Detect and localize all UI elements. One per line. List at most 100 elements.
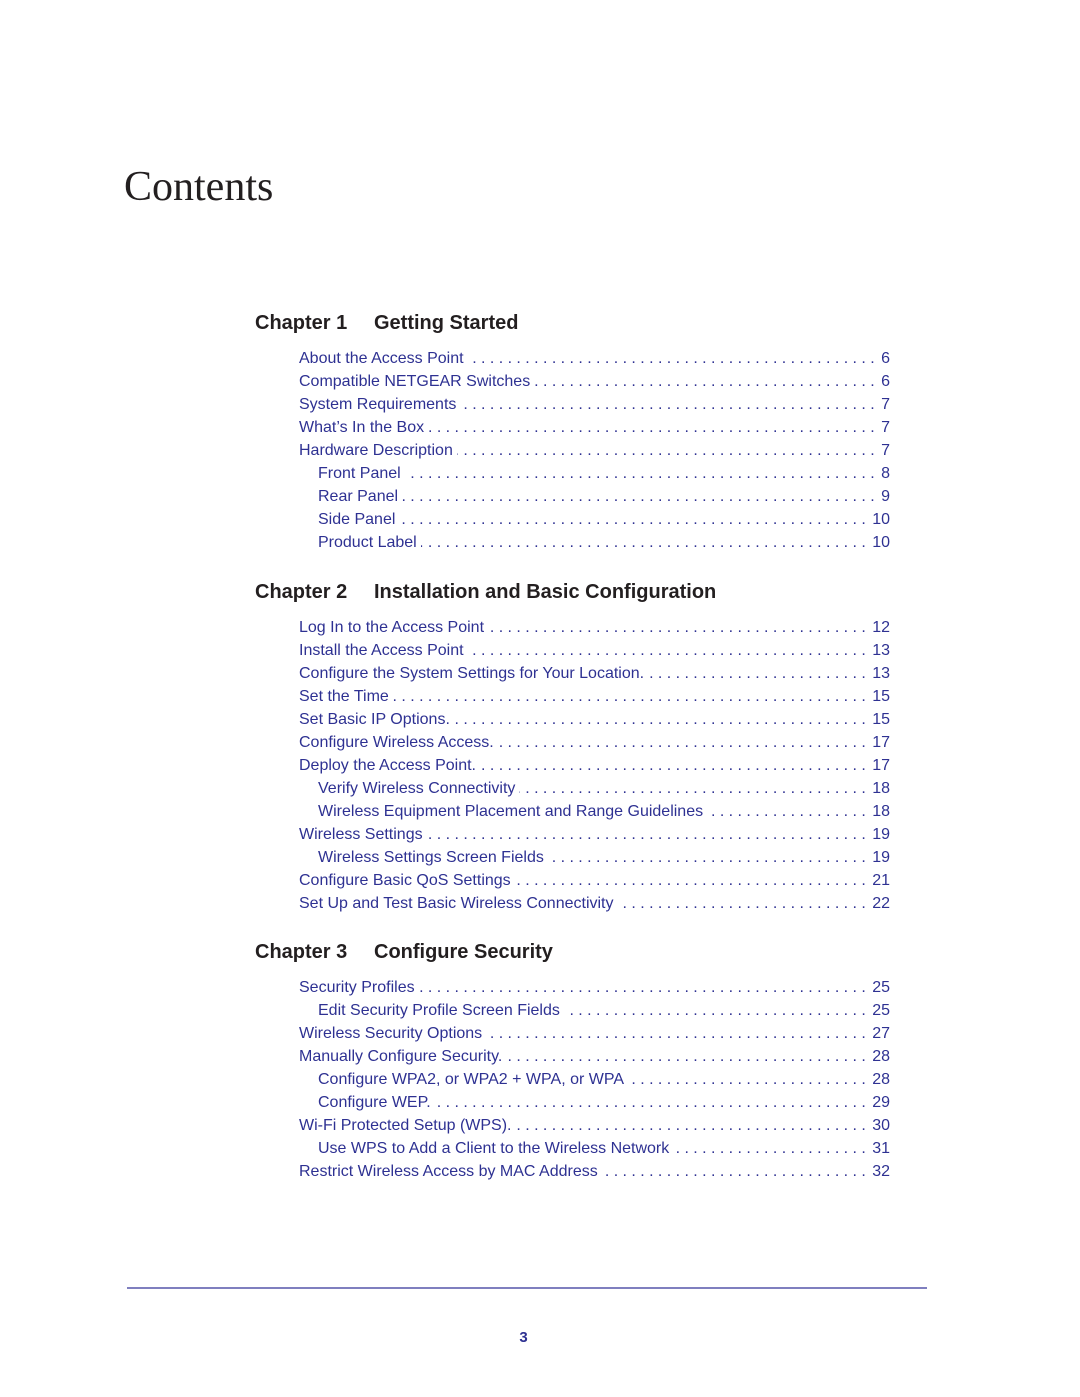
- toc-entry-title: Verify Wireless Connectivity: [318, 780, 516, 797]
- chapter-number: Chapter 1: [255, 312, 348, 334]
- chapter-heading: Chapter 1 Getting Started: [255, 310, 890, 336]
- chapter-heading: Chapter 2 Installation and Basic Configur…: [255, 579, 890, 605]
- dot-leader: ........................................…: [618, 895, 871, 912]
- chapter-2-section: Chapter 2 Installation and Basic Configur…: [255, 579, 890, 915]
- toc-entry-page: 10: [872, 511, 890, 528]
- toc-entry-link[interactable]: Set Up and Test Basic Wireless Connectiv…: [255, 892, 890, 915]
- dot-leader: ........................................…: [453, 711, 871, 728]
- dot-leader: ........................................…: [467, 350, 880, 367]
- toc-entry-link[interactable]: Use WPS to Add a Client to the Wireless …: [255, 1137, 890, 1160]
- toc-entry-page: 7: [881, 396, 890, 413]
- dot-leader: ........................................…: [498, 734, 871, 751]
- toc-entry-link[interactable]: What’s In the Box.......................…: [255, 416, 890, 439]
- toc-entry-link[interactable]: Side Panel..............................…: [255, 508, 890, 531]
- toc-entry-link[interactable]: Manually Configure Security.............…: [255, 1045, 890, 1068]
- chapter-3-section: Chapter 3 Configure Security Security Pro…: [255, 939, 890, 1183]
- toc-entry-page: 10: [872, 534, 890, 551]
- toc-entry-title: Manually Configure Security.: [299, 1048, 503, 1065]
- dot-leader: ........................................…: [673, 1140, 871, 1157]
- toc-entry-title: Compatible NETGEAR Switches: [299, 373, 531, 390]
- toc-entry-page: 28: [872, 1048, 890, 1065]
- toc-entry-link[interactable]: Deploy the Access Point.................…: [255, 754, 890, 777]
- toc-entry-link[interactable]: Configure the System Settings for Your L…: [255, 662, 890, 685]
- toc-entry-link[interactable]: Configure Basic QoS Settings............…: [255, 869, 890, 892]
- page-title: Contents: [124, 164, 274, 210]
- toc-entry-link[interactable]: Rear Panel..............................…: [255, 485, 890, 508]
- dot-leader: ........................................…: [419, 979, 871, 996]
- footer-divider: [127, 1287, 927, 1289]
- toc-entry-title: Configure Wireless Access.: [299, 734, 494, 751]
- toc-entry-link[interactable]: About the Access Point..................…: [255, 347, 890, 370]
- dot-leader: ........................................…: [506, 1048, 871, 1065]
- toc-entry-title: Side Panel: [318, 511, 396, 528]
- dot-leader: ........................................…: [405, 465, 880, 482]
- toc-entry-link[interactable]: Hardware Description....................…: [255, 439, 890, 462]
- dot-leader: ........................................…: [402, 488, 880, 505]
- dot-leader: ........................................…: [648, 665, 871, 682]
- toc-entry-title: Wi-Fi Protected Setup (WPS).: [299, 1117, 512, 1134]
- toc-entry-page: 6: [881, 350, 890, 367]
- dot-leader: ........................................…: [515, 872, 871, 889]
- dot-leader: ........................................…: [467, 642, 871, 659]
- toc-entry-page: 21: [872, 872, 890, 889]
- toc-entry-page: 29: [872, 1094, 890, 1111]
- toc-entry-link[interactable]: Product Label...........................…: [255, 531, 890, 554]
- toc-entry-link[interactable]: Compatible NETGEAR Switches.............…: [255, 370, 890, 393]
- toc-entry-link[interactable]: Edit Security Profile Screen Fields.....…: [255, 999, 890, 1022]
- dot-leader: ........................................…: [421, 534, 871, 551]
- toc-entry-title: Log In to the Access Point: [299, 619, 485, 636]
- toc-entry-title: System Requirements: [299, 396, 457, 413]
- dot-leader: ........................................…: [399, 511, 871, 528]
- toc-entry-link[interactable]: Configure WEP...........................…: [255, 1091, 890, 1114]
- toc-entry-title: Configure Basic QoS Settings: [299, 872, 511, 889]
- toc-entry-link[interactable]: Wireless Security Options...............…: [255, 1022, 890, 1045]
- toc-entry-page: 17: [872, 757, 890, 774]
- toc-entry-link[interactable]: Configure WPA2, or WPA2 + WPA, or WPA...…: [255, 1068, 890, 1091]
- dot-leader: ........................................…: [547, 849, 871, 866]
- toc-entry-page: 25: [872, 979, 890, 996]
- toc-entry-title: Wireless Settings: [299, 826, 423, 843]
- toc-entry-page: 15: [872, 711, 890, 728]
- toc-entry-link[interactable]: Wireless Settings.......................…: [255, 823, 890, 846]
- toc-entry-link[interactable]: Configure Wireless Access...............…: [255, 731, 890, 754]
- dot-leader: ........................................…: [456, 442, 880, 459]
- toc-entry-link[interactable]: Restrict Wireless Access by MAC Address.…: [255, 1160, 890, 1183]
- toc-entry-title: What’s In the Box: [299, 419, 425, 436]
- dot-leader: ........................................…: [534, 373, 880, 390]
- toc-entry-link[interactable]: Wireless Settings Screen Fields.........…: [255, 846, 890, 869]
- toc-entry-title: Wireless Settings Screen Fields: [318, 849, 544, 866]
- toc-entry-page: 8: [881, 465, 890, 482]
- dot-leader: ........................................…: [628, 1071, 871, 1088]
- toc-entry-link[interactable]: Front Panel.............................…: [255, 462, 890, 485]
- toc-entry-link[interactable]: Wireless Equipment Placement and Range G…: [255, 800, 890, 823]
- toc-entry-link[interactable]: Log In to the Access Point..............…: [255, 616, 890, 639]
- toc-entry-link[interactable]: Set the Time............................…: [255, 685, 890, 708]
- toc-entry-link[interactable]: Wi-Fi Protected Setup (WPS).............…: [255, 1114, 890, 1137]
- toc-entry-page: 7: [881, 419, 890, 436]
- toc-entry-title: Product Label: [318, 534, 417, 551]
- dot-leader: ........................................…: [460, 396, 880, 413]
- toc-entry-title: Rear Panel: [318, 488, 399, 505]
- dot-leader: ........................................…: [488, 619, 871, 636]
- chapter-number: Chapter 3: [255, 941, 348, 963]
- toc-entry-link[interactable]: Install the Access Point................…: [255, 639, 890, 662]
- toc-entry-page: 19: [872, 826, 890, 843]
- toc-entry-title: Edit Security Profile Screen Fields: [318, 1002, 560, 1019]
- toc-entry-page: 13: [872, 665, 890, 682]
- toc-entry-link[interactable]: Security Profiles.......................…: [255, 976, 890, 999]
- toc-entry-page: 12: [872, 619, 890, 636]
- toc-entry-link[interactable]: System Requirements.....................…: [255, 393, 890, 416]
- dot-leader: ........................................…: [480, 757, 871, 774]
- toc-entry-page: 7: [881, 442, 890, 459]
- dot-leader: ........................................…: [392, 688, 871, 705]
- dot-leader: ........................................…: [564, 1002, 871, 1019]
- toc-list: Security Profiles.......................…: [255, 976, 890, 1183]
- chapter-heading: Chapter 3 Configure Security: [255, 939, 890, 965]
- toc-entry-title: Install the Access Point: [299, 642, 464, 659]
- chapter-title: Configure Security: [374, 941, 553, 963]
- toc-entry-link[interactable]: Set Basic IP Options....................…: [255, 708, 890, 731]
- toc-entry-title: Configure WEP.: [318, 1094, 431, 1111]
- toc-entry-page: 18: [872, 780, 890, 797]
- toc-entry-title: Configure WPA2, or WPA2 + WPA, or WPA: [318, 1071, 625, 1088]
- toc-entry-link[interactable]: Verify Wireless Connectivity............…: [255, 777, 890, 800]
